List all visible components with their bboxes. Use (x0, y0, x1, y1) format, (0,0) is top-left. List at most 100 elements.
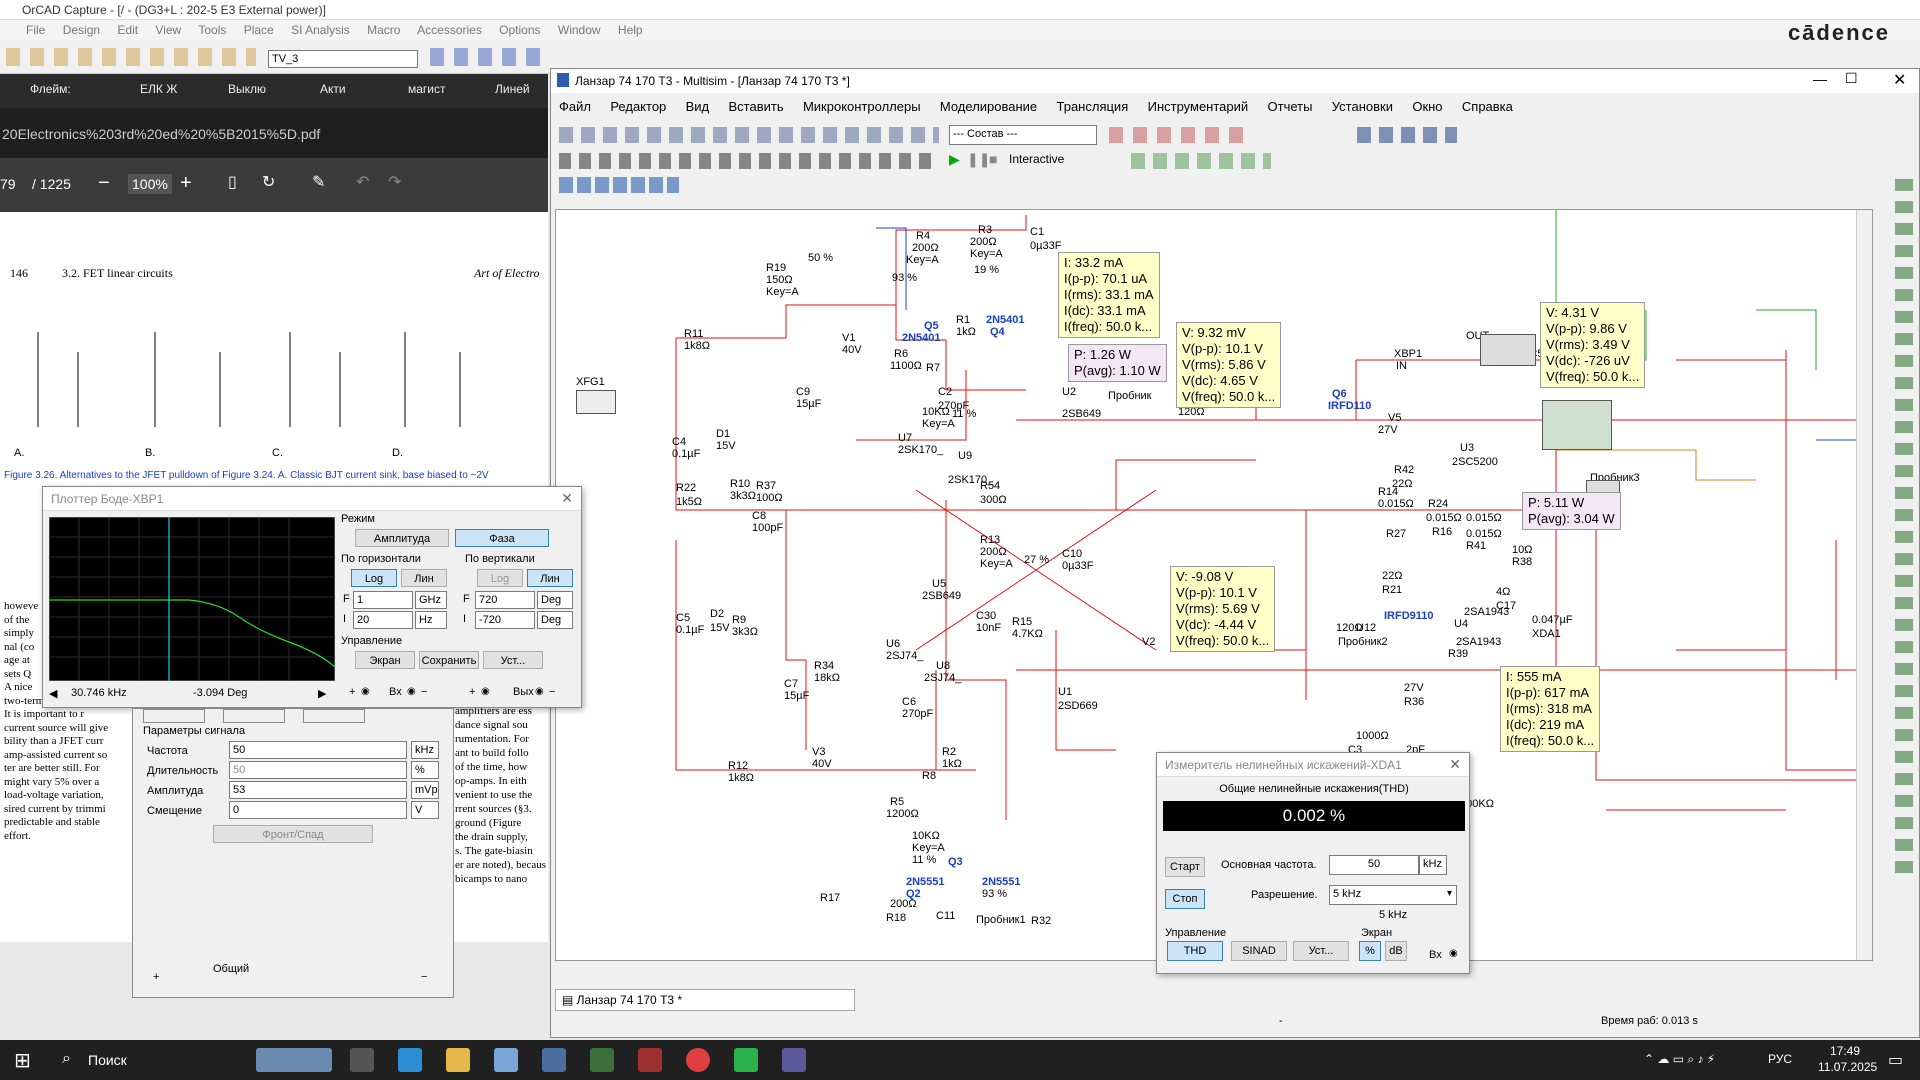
component-label[interactable]: 11 % (952, 408, 976, 420)
component-label[interactable]: D1 (716, 428, 730, 440)
clock-time[interactable]: 17:49 (1830, 1044, 1860, 1058)
orcad-menu-options[interactable]: Options (499, 23, 540, 37)
pdf-zoom[interactable]: 100% (128, 174, 172, 194)
sine-wave-icon[interactable] (143, 709, 205, 723)
oscilloscope-symbol[interactable] (1542, 400, 1612, 450)
component-label[interactable]: 18kΩ (814, 672, 840, 684)
vert-final[interactable]: 720 (475, 591, 535, 609)
minimize-icon[interactable]: — (1813, 71, 1827, 87)
component-label[interactable]: XBP1 (1394, 348, 1422, 360)
orcad-menu-tools[interactable]: Tools (198, 23, 226, 37)
resolution-select[interactable]: 5 kHz ▾ (1329, 885, 1457, 905)
component-label[interactable]: R22 (676, 482, 696, 494)
triangle-wave-icon[interactable] (223, 709, 285, 723)
component-label[interactable]: IRFD9110 (1384, 610, 1434, 622)
component-label[interactable]: R5 (890, 796, 904, 808)
horiz-final[interactable]: 1 (353, 591, 413, 609)
component-label[interactable]: Key=A (912, 842, 945, 854)
component-label[interactable]: R10 (730, 478, 750, 490)
component-label[interactable]: R4 (916, 230, 930, 242)
component-label[interactable]: V3 (812, 746, 825, 758)
component-label[interactable]: R9 (732, 614, 746, 626)
component-label[interactable]: IRFD110 (1328, 400, 1371, 412)
component-label[interactable]: 0.015Ω (1466, 528, 1502, 540)
component-label[interactable]: R11 (684, 328, 703, 340)
design-tool-icons[interactable] (1109, 127, 1249, 143)
component-label[interactable]: 15µF (796, 398, 821, 410)
component-label[interactable]: 100Ω (756, 492, 783, 504)
component-label[interactable]: 2SJ74_ (886, 650, 923, 662)
component-label[interactable]: R42 (1394, 464, 1414, 476)
component-label[interactable]: R14 (1378, 486, 1398, 498)
component-label[interactable]: 120Ω (1336, 622, 1363, 634)
component-label[interactable]: 1200Ω (886, 808, 919, 820)
component-label[interactable]: 10nF (976, 622, 1001, 634)
pdf-page-current[interactable]: 79 (0, 176, 16, 192)
set-button[interactable]: Уст... (483, 651, 543, 669)
save-button[interactable]: Сохранить (419, 651, 479, 669)
component-label[interactable]: 200Ω (980, 546, 1007, 558)
tray-icons[interactable]: ⌃ ☁ ▭ ⌕ ♪ ⚡ (1644, 1052, 1715, 1067)
component-label[interactable]: 150Ω (766, 274, 793, 286)
component-label[interactable]: 2SB649 (1062, 408, 1101, 420)
orcad-menu-si[interactable]: SI Analysis (291, 23, 350, 37)
multisim-taskbar-icon[interactable] (782, 1048, 806, 1072)
component-label[interactable]: R38 (1512, 556, 1532, 568)
component-label[interactable]: 200Ω (912, 242, 939, 254)
horiz-initial[interactable]: 20 (353, 611, 413, 629)
function-generator-symbol[interactable] (576, 390, 616, 414)
component-label[interactable]: Пробник2 (1338, 636, 1388, 648)
app-icon-1[interactable] (494, 1048, 518, 1072)
browser-tab-4[interactable]: Акти (320, 82, 346, 96)
vert-log-button[interactable]: Log (477, 569, 523, 587)
component-label[interactable]: U2 (1062, 386, 1076, 398)
component-label[interactable]: 2SA1943 (1464, 606, 1509, 618)
component-label[interactable]: 0.1µF (672, 448, 700, 460)
component-label[interactable]: R24 (1428, 498, 1448, 510)
component-label[interactable]: IN (1396, 360, 1407, 372)
component-label[interactable]: 2N5401 (902, 332, 941, 344)
app-icon-4[interactable] (734, 1048, 758, 1072)
component-label[interactable]: U8 (936, 660, 950, 672)
component-label[interactable]: 2SD669 (1058, 700, 1098, 712)
component-label[interactable]: R27 (1386, 528, 1406, 540)
component-label[interactable]: U5 (932, 578, 946, 590)
rise-fall-button[interactable]: Фронт/Спад (213, 825, 373, 843)
component-label[interactable]: R2 (942, 746, 956, 758)
component-label[interactable]: 11 % (912, 854, 936, 866)
component-label[interactable]: 2N5551 (906, 876, 945, 888)
component-label[interactable]: R54 (980, 480, 1000, 492)
menu-options[interactable]: Установки (1332, 99, 1393, 114)
duty-unit[interactable]: % (411, 761, 439, 779)
menu-mcu[interactable]: Микроконтроллеры (803, 99, 921, 114)
component-label[interactable]: 0.015Ω (1426, 512, 1462, 524)
component-label[interactable]: 22Ω (1382, 570, 1402, 582)
component-label[interactable]: U6 (886, 638, 900, 650)
component-label[interactable]: C8 (752, 510, 766, 522)
base-freq-input[interactable]: 50 (1329, 855, 1419, 875)
orcad-menu-file[interactable]: File (26, 23, 45, 37)
component-label[interactable]: R32 (1031, 915, 1051, 927)
horiz-initial-unit[interactable]: Hz (415, 611, 447, 629)
component-label[interactable]: R15 (1012, 616, 1032, 628)
zoom-in-icon[interactable]: + (180, 172, 192, 195)
component-label[interactable]: 1kΩ (942, 758, 962, 770)
orcad-menu-place[interactable]: Place (244, 23, 274, 37)
component-label[interactable]: R39 (1448, 648, 1468, 660)
offset-input[interactable]: 0 (229, 801, 407, 819)
phase-button[interactable]: Фаза (455, 529, 549, 547)
menu-reports[interactable]: Отчеты (1268, 99, 1313, 114)
component-label[interactable]: 0µ33F (1062, 560, 1093, 572)
horiz-log-button[interactable]: Log (351, 569, 397, 587)
component-label[interactable]: C10 (1062, 548, 1082, 560)
browser-tab-6[interactable]: Линей (495, 82, 530, 96)
menu-file[interactable]: Файл (559, 99, 591, 114)
component-label[interactable]: 2N5401 (986, 314, 1025, 326)
menu-tools[interactable]: Инструментарий (1148, 99, 1249, 114)
horiz-lin-button[interactable]: Лин (401, 569, 447, 587)
component-label[interactable]: R7 (926, 362, 940, 374)
language-indicator[interactable]: РУС (1768, 1052, 1792, 1066)
component-label[interactable]: R1 (956, 314, 970, 326)
component-label[interactable]: R34 (814, 660, 834, 672)
component-label[interactable]: 0.015Ω (1466, 512, 1502, 524)
